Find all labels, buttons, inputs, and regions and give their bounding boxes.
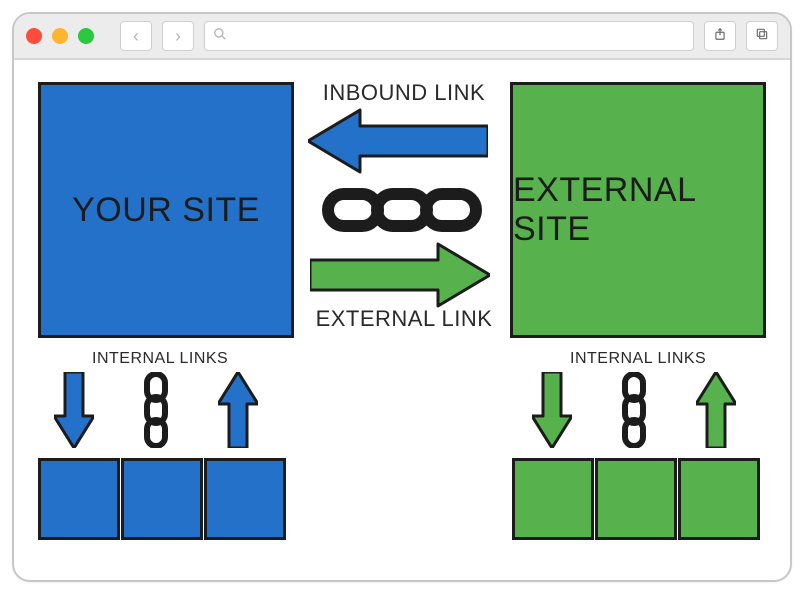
down-arrow-green-icon	[532, 372, 572, 448]
mini-box-blue-1	[38, 458, 120, 540]
up-arrow-blue-icon	[218, 372, 258, 448]
chain-icon	[322, 182, 482, 238]
internal-links-right-label: INTERNAL LINKS	[570, 350, 706, 368]
your-site-label: YOUR SITE	[72, 191, 260, 230]
small-chain-right-icon	[620, 372, 648, 448]
up-arrow-green-icon	[696, 372, 736, 448]
external-link-label: EXTERNAL LINK	[314, 306, 494, 332]
maximize-traffic-light[interactable]	[78, 28, 94, 44]
diagram-canvas: YOUR SITE EXTERNAL SITE INBOUND LINK EXT…	[14, 60, 790, 582]
share-icon	[713, 27, 727, 46]
external-arrow-icon	[310, 242, 490, 308]
forward-button[interactable]: ›	[162, 21, 194, 51]
tabs-button[interactable]	[746, 21, 778, 51]
minimize-traffic-light[interactable]	[52, 28, 68, 44]
tabs-icon	[755, 27, 769, 46]
close-traffic-light[interactable]	[26, 28, 42, 44]
mini-box-green-2	[595, 458, 677, 540]
chevron-left-icon: ‹	[133, 26, 139, 47]
internal-links-left-label: INTERNAL LINKS	[92, 350, 228, 368]
url-bar[interactable]	[204, 21, 694, 51]
small-chain-left-icon	[142, 372, 170, 448]
your-site-box: YOUR SITE	[38, 82, 294, 338]
search-icon	[213, 27, 227, 46]
titlebar: ‹ ›	[14, 14, 790, 60]
external-site-box: EXTERNAL SITE	[510, 82, 766, 338]
mini-box-blue-3	[204, 458, 286, 540]
mini-box-green-3	[678, 458, 760, 540]
mini-box-green-1	[512, 458, 594, 540]
chevron-right-icon: ›	[175, 26, 181, 47]
mini-box-blue-2	[121, 458, 203, 540]
browser-window: ‹ › YOUR SITE	[12, 12, 792, 582]
inbound-link-label: INBOUND LINK	[314, 80, 494, 106]
external-site-label: EXTERNAL SITE	[513, 171, 763, 249]
down-arrow-blue-icon	[54, 372, 94, 448]
share-button[interactable]	[704, 21, 736, 51]
back-button[interactable]: ‹	[120, 21, 152, 51]
inbound-arrow-icon	[308, 108, 488, 174]
